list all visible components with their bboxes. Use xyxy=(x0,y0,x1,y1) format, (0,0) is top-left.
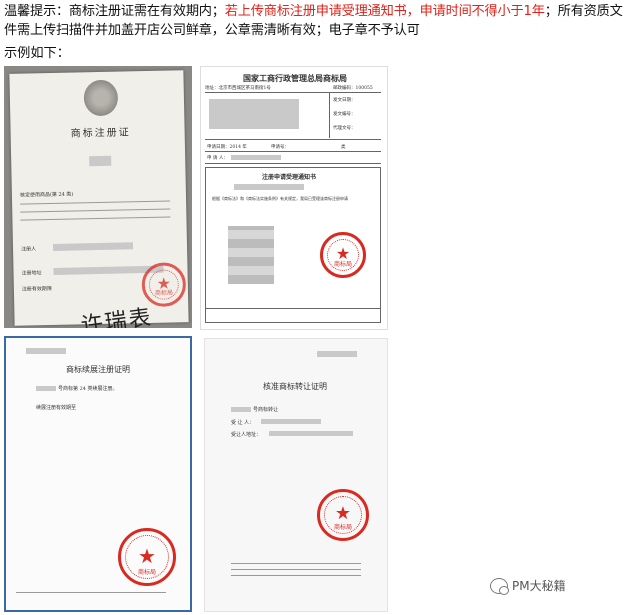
notice-prefix: 温馨提示：商标注册证需在有效期内； xyxy=(4,4,225,19)
renewal-certificate-image: 商标续展注册证明 号商标第 24 类续展注册。 续展注册有效期至 ★ 商标局 xyxy=(4,336,192,612)
redacted-recipient xyxy=(209,99,299,129)
trademark-certificate-image: 商标注册证 核定使用商品(第 24 类) 注册人 注册地址 注册有效期限 许瑞表… xyxy=(4,66,192,328)
cert2-agentno-label: 代理文号： xyxy=(333,126,356,131)
cert1-validity-label: 注册有效期限 xyxy=(21,286,52,293)
cert4-seal-icon: ★ 商标局 xyxy=(317,489,369,541)
notice-highlight: 若上传商标注册申请受理通知书，申请时间不得小于1年 xyxy=(224,4,545,19)
cert2-seal-label: 商标局 xyxy=(333,261,352,268)
transfer-certificate-image: 核准商标转让证明 号商标转让 受 让 人： 受让人地址： ★ 商标局 xyxy=(204,338,388,612)
cert2-notice-title: 注册申请受理通知书 xyxy=(262,174,317,181)
cert2-seal-icon: ★ 商标局 xyxy=(320,232,366,278)
redacted-line xyxy=(234,184,304,190)
certificate-paper: 商标注册证 核定使用商品(第 24 类) 注册人 注册地址 注册有效期限 许瑞表… xyxy=(9,70,189,328)
cert3-seal-icon: ★ 商标局 xyxy=(118,528,176,586)
example-label: 示例如下： xyxy=(4,46,70,61)
cert2-date-label: 发文日期： xyxy=(333,98,356,103)
wechat-icon xyxy=(490,577,509,595)
cert2-body-text: 根据《商标法》和《商标法实施条例》有关规定，我局已受理该商标注册申请 xyxy=(212,196,348,201)
cert4-title: 核准商标转让证明 xyxy=(263,382,327,391)
redacted-header xyxy=(317,351,357,357)
cert2-class: 类 xyxy=(341,145,346,150)
cert2-header: 国家工商行政管理总局商标局 xyxy=(243,73,347,83)
cert3-title: 商标续展注册证明 xyxy=(66,365,130,374)
cert1-registrant-label: 注册人 xyxy=(21,246,37,253)
cert1-address-label: 注册地址 xyxy=(21,270,42,277)
redacted-header xyxy=(26,348,66,354)
cert4-seal-label: 商标局 xyxy=(333,524,352,531)
redacted-trademark-image xyxy=(228,226,274,284)
application-acceptance-notice-image: 国家工商行政管理总局商标局 地址：北京市西城区茶马南街1号 邮政编码：10005… xyxy=(200,66,388,330)
cert1-title: 商标注册证 xyxy=(70,127,131,140)
cert2-applicant: 申 请 人： xyxy=(207,156,228,161)
cert2-app-no: 申请号： xyxy=(271,145,289,150)
cert3-line1: 号商标第 24 类续展注册。 xyxy=(58,386,118,392)
notice-text: 温馨提示：商标注册证需在有效期内；若上传商标注册申请受理通知书，申请时间不得小于… xyxy=(4,2,629,40)
redacted-transferee xyxy=(261,419,321,424)
notice-box: 注册申请受理通知书 根据《商标法》和《商标法实施条例》有关规定，我局已受理该商标… xyxy=(205,167,381,323)
redacted-registrant xyxy=(52,242,134,251)
cert4-line2: 受 让 人： xyxy=(231,420,255,426)
redacted-tm-no xyxy=(36,386,56,391)
cert1-seal-label: 商标局 xyxy=(154,289,174,297)
redacted-tm-no xyxy=(231,407,251,412)
cert2-app-date: 申请日期：2014 年 xyxy=(207,145,247,150)
cert2-zip: 邮政编码：100055 xyxy=(333,86,373,91)
watermark-text: PM大秘籍 xyxy=(512,579,566,593)
national-emblem-icon xyxy=(83,79,119,117)
cert4-line3: 受让人地址： xyxy=(231,432,262,438)
director-signature: 许瑞表 xyxy=(79,305,155,328)
cert3-seal-label: 商标局 xyxy=(137,569,156,576)
redacted-address xyxy=(269,431,353,436)
redacted-number xyxy=(89,155,112,167)
watermark: PM大秘籍 xyxy=(490,577,566,595)
cert2-address: 地址：北京市西城区茶马南街1号 xyxy=(205,86,271,91)
redacted-applicant xyxy=(231,155,281,160)
cert1-goods-label: 核定使用商品(第 24 类) xyxy=(19,191,74,199)
cert4-line1: 号商标转让 xyxy=(253,407,279,413)
cert3-line2: 续展注册有效期至 xyxy=(36,405,77,411)
cert1-seal-icon: ★ 商标局 xyxy=(141,262,187,308)
cert2-docno-label: 发文编号： xyxy=(333,112,356,117)
